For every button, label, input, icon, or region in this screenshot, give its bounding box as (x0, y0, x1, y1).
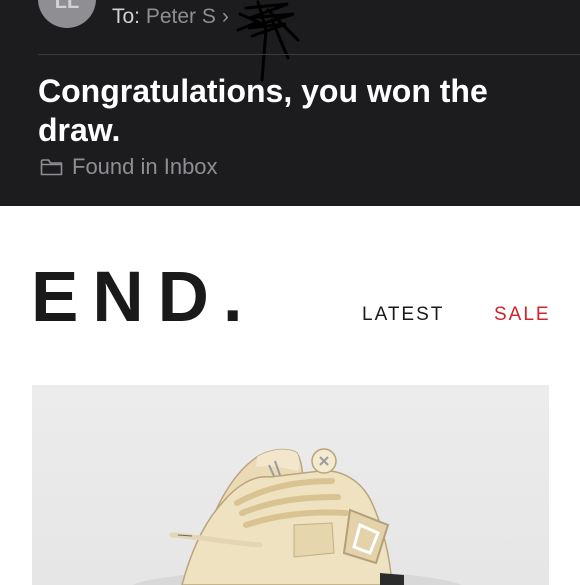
to-label: To: (112, 5, 141, 28)
sender-avatar[interactable]: LL (38, 0, 96, 28)
recipient-line[interactable]: To: Peter S › (112, 5, 229, 29)
brand-logo[interactable]: END. (31, 262, 257, 333)
avatar-initials: LL (54, 0, 80, 13)
email-subject: Congratulations, you won the draw. (38, 73, 488, 148)
folder-label: Found in Inbox (72, 154, 218, 179)
header-divider (38, 54, 580, 55)
mail-header: LL To: Peter S › Congratulations, you won… (0, 0, 580, 206)
mailbox-location[interactable]: Found in Inbox (40, 154, 218, 180)
sneaker-illustration (132, 448, 462, 585)
sneaker-photo[interactable] (32, 385, 549, 585)
nav-sale-link[interactable]: SALE (494, 304, 551, 326)
recipient-name: Peter S (145, 5, 216, 28)
folder-icon (40, 159, 63, 176)
nav-latest-link[interactable]: LATEST (362, 304, 444, 326)
